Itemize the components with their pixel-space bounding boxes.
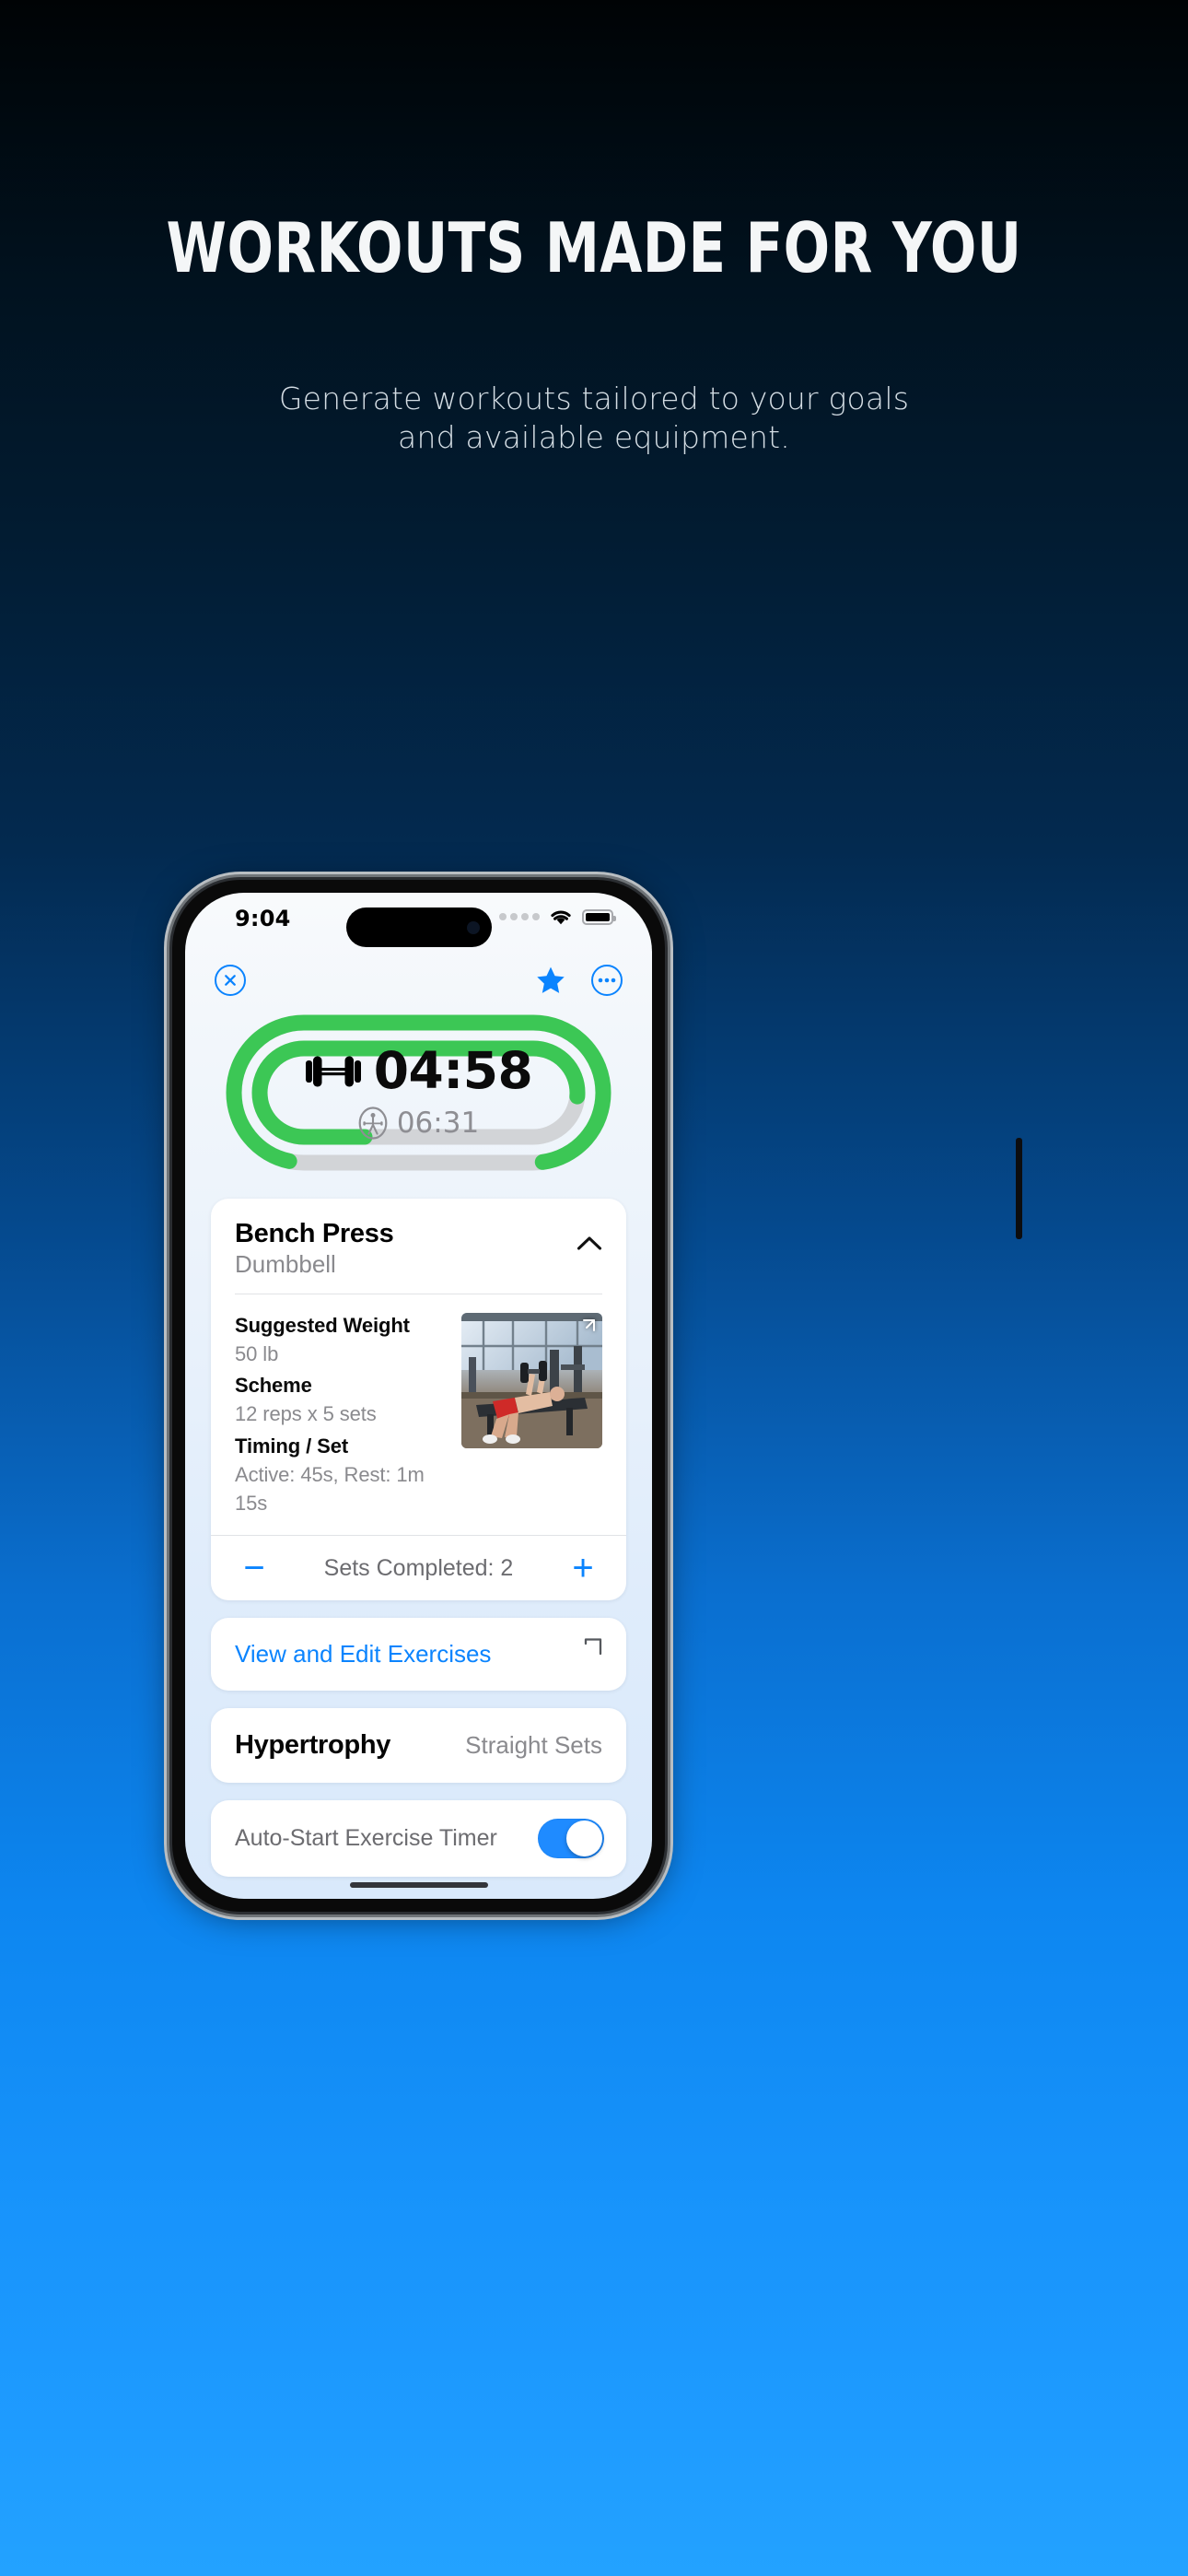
exercise-details: Suggested Weight 50 lb Scheme 12 reps x … (211, 1294, 626, 1536)
spec-value: Active: 45s, Rest: 1m 15s (235, 1462, 425, 1515)
auto-start-timer-label: Auto-Start Exercise Timer (235, 1825, 497, 1852)
spec-label: Scheme (235, 1374, 312, 1398)
spec-value: 12 reps x 5 sets (235, 1402, 377, 1426)
view-edit-exercises-card[interactable]: View and Edit Exercises (211, 1618, 626, 1692)
chevron-up-icon[interactable] (577, 1219, 602, 1256)
weightlifter-icon (358, 1107, 388, 1140)
toggle-knob (566, 1821, 602, 1857)
workout-goal: Hypertrophy (235, 1730, 391, 1761)
workout-timer-readout: 06:31 (222, 1107, 615, 1140)
volume-down-button (166, 1184, 172, 1250)
dumbbell-icon (305, 1056, 361, 1086)
exercise-timer-value: 04:58 (373, 1041, 533, 1100)
expand-arrow-icon[interactable] (577, 1317, 597, 1342)
view-edit-exercises-label: View and Edit Exercises (235, 1640, 492, 1669)
wifi-icon (551, 910, 571, 925)
battery-full-icon (582, 908, 616, 925)
home-indicator[interactable] (349, 1882, 488, 1888)
page-title: WORKOUTS MADE FOR YOU (166, 207, 1022, 288)
subtitle-line-2: and available equipment. (398, 419, 790, 455)
dumbbell-bench-press-photo[interactable] (461, 1312, 602, 1448)
workout-timer-value: 06:31 (396, 1106, 480, 1140)
promo-screenshot: WORKOUTS MADE FOR YOU Generate workouts … (0, 0, 1188, 2576)
auto-start-timer-card: Auto-Start Exercise Timer (211, 1800, 626, 1878)
front-camera-icon (466, 920, 480, 934)
mute-switch (166, 1027, 172, 1066)
phone-screen: 9:04 04:58 06:31 Bench Press Dumbbell Su… (185, 893, 652, 1899)
dynamic-island (345, 907, 492, 947)
exercise-spec-list: Suggested Weight 50 lb Scheme 12 reps x … (235, 1311, 447, 1521)
open-corner-icon[interactable] (582, 1636, 606, 1665)
plus-icon[interactable]: + (567, 1550, 599, 1587)
auto-start-timer-toggle[interactable] (538, 1819, 604, 1859)
exercise-equipment: Dumbbell (235, 1250, 336, 1279)
star-filled-icon[interactable] (534, 965, 567, 997)
status-bar-indicators (499, 907, 616, 926)
minus-icon[interactable]: − (239, 1550, 270, 1587)
timer-readouts: 04:58 06:31 (222, 1046, 615, 1140)
exercise-timer-readout: 04:58 (222, 1046, 615, 1096)
spec-label: Suggested Weight (235, 1313, 410, 1337)
spec-value: 50 lb (235, 1341, 279, 1365)
sets-counter-row: − Sets Completed: 2 + (211, 1535, 626, 1600)
power-button (1016, 1138, 1022, 1239)
volume-up-button (166, 1101, 172, 1167)
workout-structure: Straight Sets (465, 1731, 602, 1760)
exercise-name-block: Bench Press Dumbbell (235, 1219, 394, 1279)
exercise-card: Bench Press Dumbbell Suggested Weight 50… (211, 1199, 626, 1601)
workout-timer-ring: 04:58 06:31 (222, 1011, 615, 1175)
phone-mockup: 9:04 04:58 06:31 Bench Press Dumbbell Su… (83, 548, 1105, 1912)
subtitle-line-1: Generate workouts tailored to your goals (278, 381, 910, 416)
workout-mode-card[interactable]: Hypertrophy Straight Sets (211, 1708, 626, 1784)
more-circle-icon[interactable] (591, 965, 623, 996)
exercise-name: Bench Press (235, 1219, 394, 1248)
main-content: Bench Press Dumbbell Suggested Weight 50… (185, 1199, 652, 1899)
page-subtitle: Generate workouts tailored to your goals… (0, 380, 1188, 457)
sets-completed-label: Sets Completed: 2 (323, 1554, 514, 1581)
status-bar-time: 9:04 (235, 906, 291, 931)
signal-dots-icon (499, 913, 540, 920)
spec-label: Timing / Set (235, 1434, 349, 1458)
close-circle-icon[interactable] (215, 965, 246, 996)
exercise-card-header[interactable]: Bench Press Dumbbell (211, 1199, 626, 1294)
app-nav-bar (185, 954, 652, 1007)
